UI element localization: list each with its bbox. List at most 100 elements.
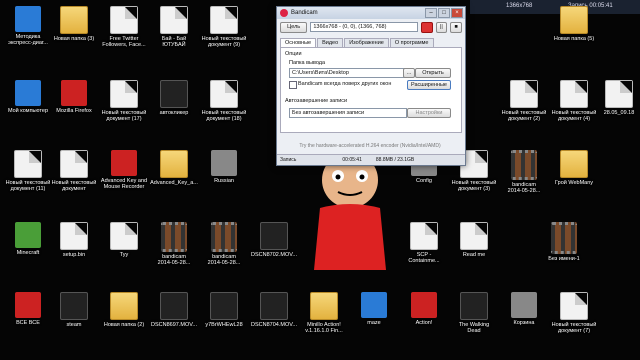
desktop-icon[interactable]: The Walking Dead: [450, 292, 498, 336]
window-titlebar[interactable]: Bandicam – □ ×: [277, 7, 465, 19]
desktop-icon-label: Новый текстовый документ (7): [551, 322, 597, 334]
dark-icon: [160, 80, 188, 108]
desktop-icon-label: bandicam 2014-05-28...: [507, 182, 541, 194]
blue-icon: [15, 6, 41, 32]
minimize-button[interactable]: –: [425, 8, 437, 18]
desktop-icon-label: bandicam 2014-05-28...: [157, 254, 191, 266]
desktop-icon[interactable]: DSCN8697.MOV...: [150, 292, 198, 336]
folder-icon: [310, 292, 338, 320]
folder-icon: [560, 6, 588, 34]
desktop-icon-label: DSCN8704.MOV...: [251, 322, 297, 328]
desktop-icon[interactable]: Корзина: [500, 292, 548, 336]
desktop-icon[interactable]: автокликер: [150, 80, 198, 124]
desktop-icon[interactable]: Новый текстовый документ (18): [200, 80, 248, 124]
desktop-icon[interactable]: Мой компьютер: [4, 80, 52, 124]
close-button[interactable]: ×: [451, 8, 463, 18]
desktop-icon[interactable]: Новая папка (5): [550, 6, 598, 50]
target-button[interactable]: Цель: [280, 21, 308, 33]
desktop-icon[interactable]: Методика экспресс-диаг...: [4, 6, 52, 50]
desktop-icon[interactable]: bandicam 2014-05-28...: [200, 222, 248, 266]
desktop-icon-label: DSCN8697.MOV...: [151, 322, 197, 328]
desktop-icon[interactable]: Новый текстовый документ (11): [4, 150, 52, 194]
doc-icon: [210, 80, 238, 108]
tab-video[interactable]: Видео: [317, 38, 344, 47]
desktop-icon-label: Read me: [462, 252, 486, 258]
folder-icon: [60, 6, 88, 34]
desktop-icon[interactable]: Minecraft: [4, 222, 52, 266]
gray-icon: [211, 150, 237, 176]
desktop-icon[interactable]: Mozilla Firefox: [50, 80, 98, 124]
desktop-icon[interactable]: Russian: [200, 150, 248, 194]
open-folder-button[interactable]: Открыть: [415, 68, 451, 78]
desktop-icon[interactable]: steam: [50, 292, 98, 336]
desktop-icon[interactable]: Read me: [450, 222, 498, 266]
desktop-icon[interactable]: Free Twitter Followers, Face...: [100, 6, 148, 50]
doc-icon: [60, 150, 88, 178]
desktop-icon[interactable]: Minillo Action! v.1.16.1.0 Fin...: [300, 292, 348, 336]
doc-icon: [110, 222, 138, 250]
desktop-icon[interactable]: bandicam 2014-05-28...: [150, 222, 198, 266]
desktop-icon[interactable]: Новый текстовый документ (7): [550, 292, 598, 336]
desktop-icon[interactable]: y7BrWHEwL28: [200, 292, 248, 336]
desktop-icon-label: Новый текстовый документ (2): [501, 110, 547, 122]
desktop-icon-label: The Walking Dead: [458, 322, 490, 334]
pause-button[interactable]: ||: [435, 21, 448, 33]
desktop-icon[interactable]: Новый текстовый документ (2): [500, 80, 548, 124]
desktop-icon[interactable]: Advanced_Key_a...: [150, 150, 198, 194]
dark-icon: [260, 222, 288, 250]
tab-general[interactable]: Основные: [280, 38, 317, 47]
green-icon: [15, 222, 41, 248]
resolution-readout: 1366x768: [506, 3, 533, 9]
doc-icon: [110, 6, 138, 34]
desktop-icon-label: Туу: [119, 252, 129, 258]
desktop-icon[interactable]: maze: [350, 292, 398, 336]
topmost-checkbox[interactable]: [289, 81, 297, 89]
desktop-icon[interactable]: Advanced Key and Mouse Recorder: [100, 150, 148, 194]
desktop-icon[interactable]: Action!: [400, 292, 448, 336]
desktop-icon[interactable]: Новая папка (2): [100, 292, 148, 336]
general-panel: Опции Папка вывода C:\Users\Вита\Desktop…: [280, 47, 462, 133]
maximize-button[interactable]: □: [438, 8, 450, 18]
red-icon: [61, 80, 87, 106]
desktop-icon-label: 28.05_09.18: [603, 110, 635, 116]
doc-icon: [560, 80, 588, 108]
desktop-icon[interactable]: 28.05_09.18: [595, 80, 640, 124]
desktop-icon[interactable]: Новый текстовый документ (17): [100, 80, 148, 124]
desktop-icon-label: Мой компьютер: [7, 108, 49, 114]
desktop-icon-label: Бай - Бай ЮТУБАЙ: [161, 36, 187, 48]
settings-button[interactable]: Настройки: [407, 108, 451, 118]
stop-button[interactable]: ■: [450, 21, 462, 33]
record-button[interactable]: [420, 21, 433, 33]
desktop-icon-label: y7BrWHEwL28: [205, 322, 243, 328]
desktop-icon[interactable]: Новая папка (3): [50, 6, 98, 50]
doc-icon: [560, 292, 588, 320]
desktop-icon[interactable]: Без имени-1: [540, 222, 588, 266]
doc-icon: [14, 150, 42, 178]
desktop-icon-label: bandicam 2014-05-28...: [207, 254, 241, 266]
video-icon: [161, 222, 187, 252]
browse-button[interactable]: ...: [403, 68, 415, 78]
desktop-icon[interactable]: Новый текстовый документ (9): [200, 6, 248, 50]
dark-icon: [160, 292, 188, 320]
desktop-icon[interactable]: ВСЕ ВСЕ: [4, 292, 52, 336]
advanced-button[interactable]: Расширенные: [407, 80, 451, 90]
desktop-icon-label: Новый текстовый документ: [51, 180, 97, 192]
blue-icon: [361, 292, 387, 318]
desktop-icon-label: Free Twitter Followers, Face...: [102, 36, 146, 48]
output-folder-field[interactable]: C:\Users\Вита\Desktop: [289, 68, 405, 78]
desktop-icon[interactable]: Бай - Бай ЮТУБАЙ: [150, 6, 198, 50]
tab-about[interactable]: О программе: [389, 38, 434, 47]
desktop-icon[interactable]: Грой WebMany: [550, 150, 598, 194]
tab-image[interactable]: Изображение: [344, 38, 389, 47]
doc-icon: [460, 222, 488, 250]
desktop-icon[interactable]: Новый текстовый документ (4): [550, 80, 598, 124]
desktop-icon[interactable]: DSCN8704.MOV...: [250, 292, 298, 336]
desktop-icon[interactable]: setup.bin: [50, 222, 98, 266]
desktop-icon[interactable]: Туу: [100, 222, 148, 266]
encoder-hint[interactable]: Try the hardware-accelerated H.264 encod…: [280, 143, 460, 149]
desktop-icon-label: Новая папка (2): [103, 322, 145, 328]
options-label: Опции: [285, 51, 302, 57]
status-size: 88.8MB / 23.1GB: [375, 157, 415, 163]
desktop-icon[interactable]: Новый текстовый документ: [50, 150, 98, 194]
desktop-icon[interactable]: bandicam 2014-05-28...: [500, 150, 548, 194]
